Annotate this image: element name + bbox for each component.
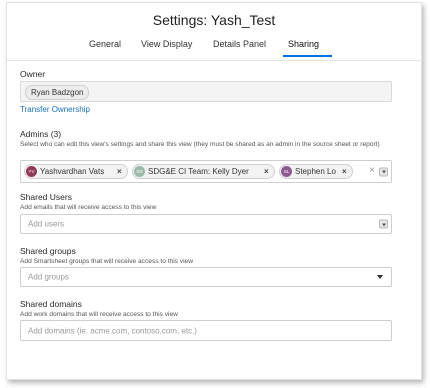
avatar: SL	[281, 166, 292, 177]
owner-label: Owner	[20, 69, 46, 79]
clear-all-icon[interactable]: ×	[369, 165, 375, 176]
shared-users-description: Add emails that will receive access to t…	[20, 204, 157, 211]
owner-chip: Ryan Badzgon	[25, 85, 90, 100]
shared-groups-label: Shared groups	[20, 246, 76, 256]
tab-divider	[7, 60, 421, 61]
admins-select[interactable]: YV Yashvardhan Vats × SD SDG&E CI Team: …	[20, 160, 392, 183]
tab-view-display[interactable]: View Display	[141, 39, 192, 49]
remove-admin-icon[interactable]: ×	[342, 165, 347, 178]
shared-users-placeholder: Add users	[28, 219, 65, 229]
tab-details-panel[interactable]: Details Panel	[213, 39, 266, 49]
dialog-title: Settings: Yash_Test	[152, 12, 276, 28]
shared-users-label: Shared Users	[20, 192, 72, 202]
transfer-ownership-link[interactable]: Transfer Ownership	[20, 105, 90, 114]
shared-groups-placeholder: Add groups	[28, 272, 69, 282]
admin-name: Yashvardhan Vats	[40, 167, 105, 176]
avatar: SD	[134, 166, 145, 177]
tab-general[interactable]: General	[89, 39, 121, 49]
active-tab-indicator	[283, 55, 332, 57]
shared-domains-placeholder: Add domains (ie. acme.com, contoso.com, …	[28, 326, 197, 335]
admins-label: Admins (3)	[20, 129, 62, 139]
avatar: YV	[26, 166, 37, 177]
dropdown-toggle-icon[interactable]	[379, 167, 388, 176]
remove-admin-icon[interactable]: ×	[117, 165, 122, 178]
admin-chip: SL Stephen Lo ×	[279, 164, 353, 179]
admin-name: SDG&E CI Team: Kelly Dyer	[148, 167, 249, 176]
shared-domains-input[interactable]: Add domains (ie. acme.com, contoso.com, …	[20, 320, 392, 341]
admin-chip: YV Yashvardhan Vats ×	[24, 164, 128, 179]
owner-field: Ryan Badzgon	[20, 81, 392, 102]
shared-groups-description: Add Smartsheet groups that will receive …	[20, 258, 193, 265]
remove-admin-icon[interactable]: ×	[264, 165, 269, 178]
admin-chip: SD SDG&E CI Team: Kelly Dyer ×	[132, 164, 275, 179]
shared-domains-description: Add work domains that will receive acces…	[20, 311, 178, 318]
shared-groups-select[interactable]: Add groups	[20, 267, 392, 287]
tab-sharing[interactable]: Sharing	[288, 39, 319, 49]
admins-description: Select who can edit this view's settings…	[20, 141, 380, 148]
tab-bar: General View Display Details Panel Shari…	[7, 39, 421, 59]
shared-domains-label: Shared domains	[20, 299, 82, 309]
chevron-down-icon[interactable]	[377, 275, 383, 279]
dropdown-toggle-icon[interactable]	[379, 219, 388, 229]
admin-name: Stephen Lo	[295, 167, 336, 176]
settings-dialog: Settings: Yash_Test General View Display…	[6, 2, 422, 380]
shared-users-input[interactable]: Add users	[20, 214, 392, 234]
